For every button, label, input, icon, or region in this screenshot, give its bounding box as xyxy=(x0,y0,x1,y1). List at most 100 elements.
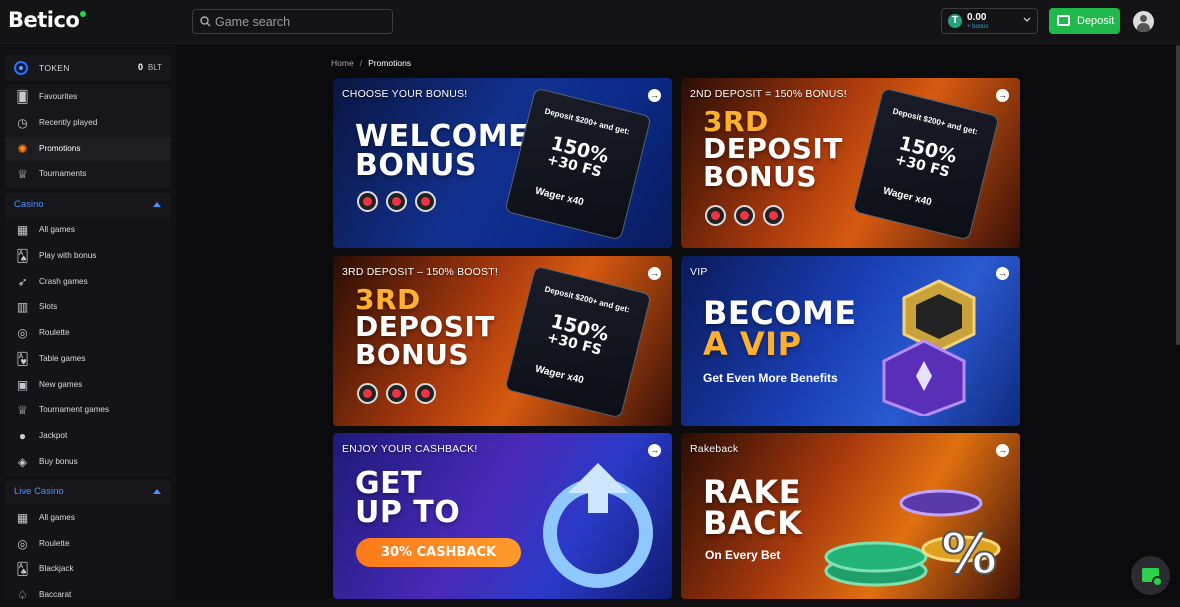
sidebar-item-promotions[interactable]: ✺ Promotions xyxy=(5,137,171,161)
sidebar-item-live-blackjack[interactable]: 🂡 Blackjack xyxy=(5,557,171,581)
balance-selector[interactable]: T 0.00 + bonus xyxy=(941,8,1038,34)
sidebar-item-recently-played[interactable]: ◷ Recently played xyxy=(5,111,171,135)
promo-headline: 3RD DEPOSIT BONUS xyxy=(355,283,495,371)
promo-headline: GET UP TO xyxy=(355,466,461,531)
cards-icon: 🂡 xyxy=(16,562,29,576)
promo-card-welcome[interactable]: CHOOSE YOUR BONUS! → WELCOME BONUS Deposi… xyxy=(333,78,672,248)
visa-icon xyxy=(357,191,378,212)
cashback-arrow-icon xyxy=(543,463,653,588)
live-casino-section-title: Live Casino xyxy=(14,486,64,497)
apple-pay-icon xyxy=(415,191,436,212)
promo-headline-line: GET xyxy=(355,466,423,501)
sidebar-item-label: Roulette xyxy=(39,539,70,548)
page-scrollbar[interactable] xyxy=(1176,45,1180,345)
avatar-body xyxy=(1137,23,1150,32)
sidebar-item-live-roulette[interactable]: ◎ Roulette xyxy=(5,532,171,556)
balance-bonus: + bonus xyxy=(967,24,989,30)
sidebar-item-favourites[interactable]: 🂠 Favourites xyxy=(5,85,171,109)
promo-headline: BECOME A VIP xyxy=(703,297,857,364)
promo-headline-line: BONUS xyxy=(355,337,469,371)
slot-icon: ▥ xyxy=(16,300,29,314)
breadcrumb-current: Promotions xyxy=(368,58,412,68)
promo-headline: RAKE BACK xyxy=(703,476,802,540)
cards-icon: 🂠 xyxy=(16,90,29,104)
brand-name: Betico xyxy=(8,8,80,32)
sidebar-item-buy-bonus[interactable]: ◈ Buy bonus xyxy=(5,450,171,474)
token-label: TOKEN xyxy=(39,63,70,73)
casino-section-header[interactable]: Casino xyxy=(5,193,171,217)
user-avatar[interactable] xyxy=(1133,11,1154,32)
sidebar-item-label: Play with bonus xyxy=(39,251,97,260)
breadcrumb-separator: / xyxy=(359,58,363,68)
logo-dot xyxy=(80,11,87,17)
coins-icon: % xyxy=(824,489,1001,588)
search-icon xyxy=(200,16,211,27)
collapse-caret-icon xyxy=(153,202,161,207)
clock-icon: ◷ xyxy=(17,116,28,130)
deposit-label: Deposit xyxy=(1077,15,1115,27)
offer-card: Deposit $200+ and get: 150% +30 FS Wager … xyxy=(504,87,652,241)
percent-glyph: % xyxy=(941,522,997,587)
token-balance[interactable]: TOKEN 0 BLT xyxy=(5,55,171,81)
sidebar-item-label: Table games xyxy=(39,354,86,363)
offer-percent: 150% +30 FS xyxy=(545,310,611,358)
apple-pay-icon xyxy=(415,383,436,404)
promo-headline-line: A VIP xyxy=(703,325,802,364)
check-icon xyxy=(1152,576,1163,587)
sidebar-item-live-baccarat[interactable]: ♤ Baccarat xyxy=(5,583,171,607)
live-casino-section-header[interactable]: Live Casino xyxy=(5,480,171,504)
sidebar-item-jackpot[interactable]: ● Jackpot xyxy=(5,424,171,448)
breadcrumb-home[interactable]: Home xyxy=(331,58,354,68)
grid-icon: ▦ xyxy=(16,223,29,237)
search-box[interactable] xyxy=(192,9,393,34)
arrow-right-icon[interactable]: → xyxy=(996,89,1009,102)
promo-card-cashback[interactable]: ENJOY YOUR CASHBACK! → GET UP TO 30% CASH… xyxy=(333,433,672,599)
sidebar-item-new-games[interactable]: ▣ New games xyxy=(5,373,171,397)
promo-headline-line: UP TO xyxy=(355,495,461,531)
offer-percent: 150% +30 FS xyxy=(545,132,611,180)
chevron-down-icon xyxy=(1023,17,1031,22)
promo-card-2nd-deposit[interactable]: 2ND DEPOSIT = 150% BONUS! → 3RD DEPOSIT BO… xyxy=(681,78,1020,248)
brand-logo[interactable]: Betico xyxy=(8,8,87,32)
sidebar-item-all-games[interactable]: ▦ All games xyxy=(5,218,171,242)
main-content: Home / Promotions CHOOSE YOUR BONUS! → WEL… xyxy=(176,45,1180,599)
sidebar-item-crash-games[interactable]: ➶ Crash games xyxy=(5,270,171,294)
roulette-icon: ◎ xyxy=(17,326,28,340)
offer-wager: Wager x40 xyxy=(533,363,585,387)
sidebar-item-label: Jackpot xyxy=(39,431,68,440)
baccarat-icon: ♤ xyxy=(17,588,28,602)
offer-card: Deposit $200+ and get: 150% +30 FS Wager … xyxy=(504,265,652,419)
top-bar: Betico T 0.00 + bonus Deposit xyxy=(0,0,1180,44)
sidebar-item-label: Baccarat xyxy=(39,590,72,599)
promo-title: Rakeback xyxy=(690,443,739,455)
promo-card-3rd-deposit[interactable]: 3RD DEPOSIT – 150% BOOST! → 3RD DEPOSIT BO… xyxy=(333,256,672,426)
promo-headline: WELCOME BONUS xyxy=(355,121,529,184)
deposit-button[interactable]: Deposit xyxy=(1049,8,1120,34)
sidebar-item-label: Tournaments xyxy=(39,169,87,178)
google-pay-icon xyxy=(386,191,407,212)
rocket-icon: ➶ xyxy=(17,275,28,289)
promo-title: 3RD DEPOSIT – 150% BOOST! xyxy=(342,266,498,278)
search-input[interactable] xyxy=(215,12,385,32)
sidebar-item-tournaments[interactable]: ♕ Tournaments xyxy=(5,162,171,186)
sidebar-item-label: Blackjack xyxy=(39,564,74,573)
sidebar-item-tournament-games[interactable]: ♕ Tournament games xyxy=(5,398,171,422)
sidebar-item-slots[interactable]: ▥ Slots xyxy=(5,295,171,319)
roulette-icon: ◎ xyxy=(17,537,28,551)
promo-headline-line: 3RD xyxy=(355,283,421,316)
sidebar-item-table-games[interactable]: 🂱 Table games xyxy=(5,347,171,371)
sidebar-item-roulette[interactable]: ◎ Roulette xyxy=(5,321,171,345)
promo-headline-line: DEPOSIT xyxy=(355,310,495,344)
sidebar-item-label: Recently played xyxy=(39,118,98,127)
sidebar-item-play-with-bonus[interactable]: 🂡 Play with bonus xyxy=(5,244,171,268)
promo-card-rakeback[interactable]: Rakeback → RAKE BACK On Every Bet % xyxy=(681,433,1020,599)
arrow-right-icon[interactable]: → xyxy=(648,89,661,102)
sidebar-item-live-all-games[interactable]: ▦ All games xyxy=(5,506,171,530)
casino-section-title: Casino xyxy=(14,199,44,210)
promo-card-vip[interactable]: VIP → BECOME A VIP Get Even More Benefits xyxy=(681,256,1020,426)
arrow-right-icon[interactable]: → xyxy=(648,267,661,280)
promo-title: CHOOSE YOUR BONUS! xyxy=(342,88,468,100)
trophy-icon: ♕ xyxy=(17,167,28,181)
rewards-gift-button[interactable] xyxy=(1131,556,1170,595)
promo-headline-line: BONUS xyxy=(355,148,477,184)
